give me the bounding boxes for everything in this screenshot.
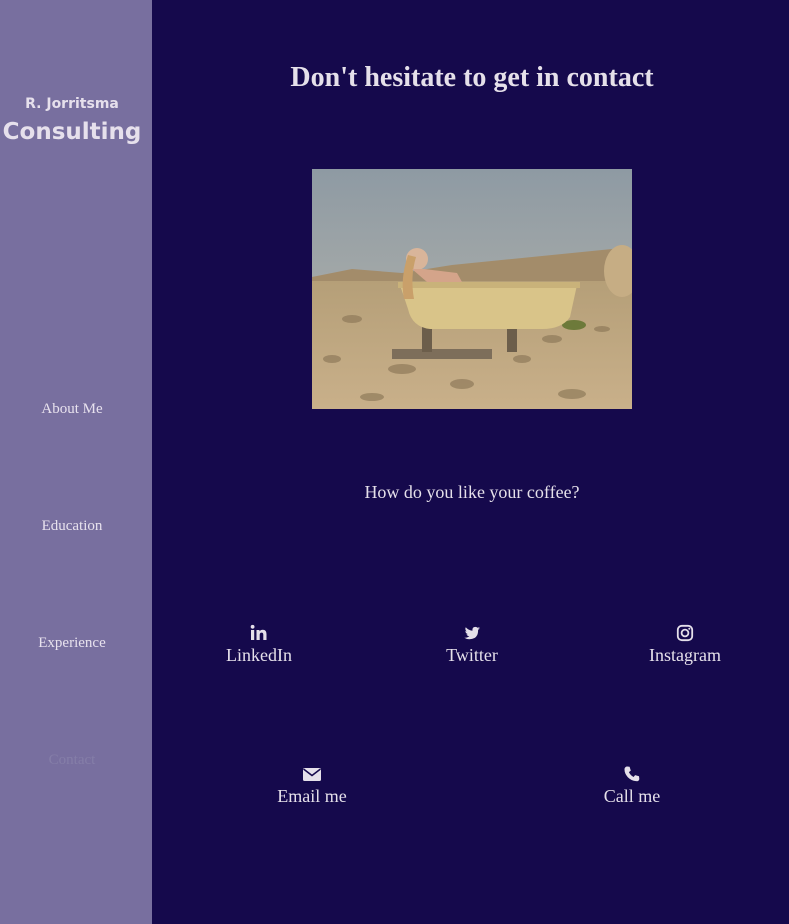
- nav-contact[interactable]: Contact: [0, 752, 144, 769]
- call-label: Call me: [603, 786, 661, 806]
- twitter-link[interactable]: Twitter: [392, 624, 552, 666]
- instagram-label: Instagram: [649, 645, 721, 665]
- coffee-question: How do you like your coffee?: [364, 482, 580, 502]
- main-content: Don't hesitate to get in contact How do …: [152, 0, 789, 924]
- phone-icon: [624, 766, 640, 782]
- brand-name-large[interactable]: Consulting: [0, 119, 144, 145]
- nav-experience[interactable]: Experience: [0, 635, 144, 652]
- linkedin-label: LinkedIn: [226, 645, 292, 665]
- twitter-label: Twitter: [446, 645, 498, 665]
- sidebar: R. Jorritsma Consulting About Me Educati…: [0, 0, 152, 924]
- instagram-icon: [676, 624, 694, 642]
- email-link[interactable]: Email me: [232, 765, 392, 807]
- twitter-icon: [464, 626, 480, 640]
- bathtub-desert-photo: [312, 169, 632, 409]
- email-label: Email me: [277, 786, 347, 806]
- nav-about-me[interactable]: About Me: [0, 401, 144, 418]
- linkedin-icon: [250, 624, 267, 640]
- page-title: Don't hesitate to get in contact: [290, 62, 654, 93]
- call-link[interactable]: Call me: [552, 765, 712, 807]
- nav-education[interactable]: Education: [0, 518, 144, 535]
- brand-name-small[interactable]: R. Jorritsma: [0, 96, 144, 112]
- envelope-icon: [303, 768, 321, 781]
- instagram-link[interactable]: Instagram: [605, 624, 765, 666]
- linkedin-link[interactable]: LinkedIn: [179, 624, 339, 666]
